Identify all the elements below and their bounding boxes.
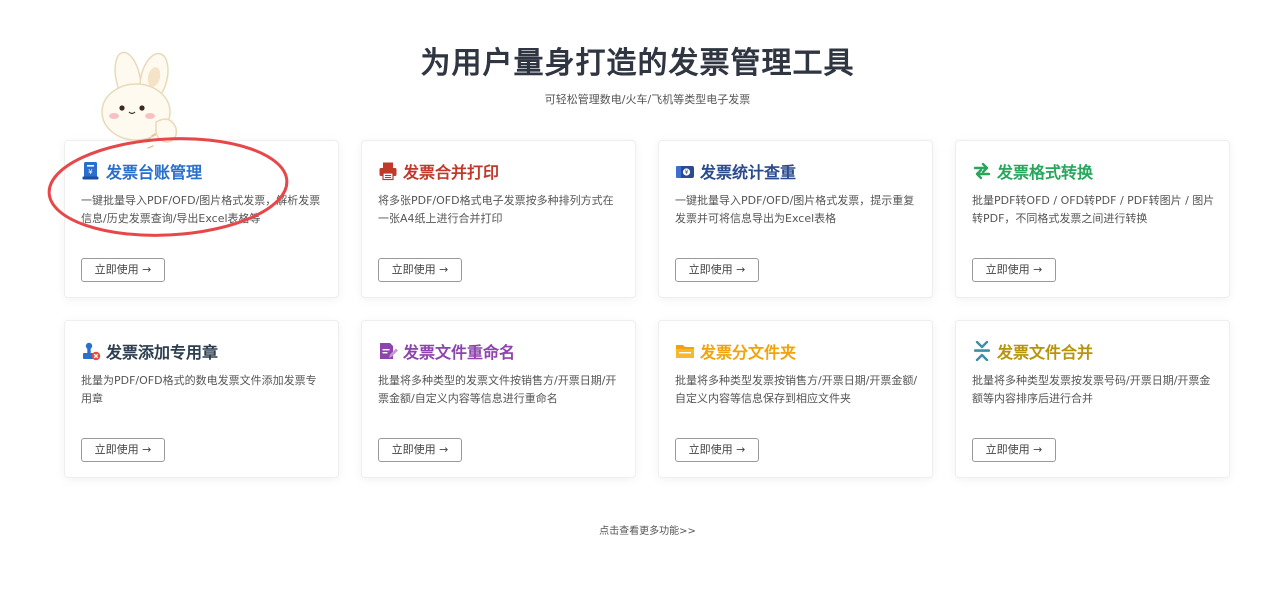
card-invoice-add-stamp: 发票添加专用章 批量为PDF/OFD格式的数电发票文件添加发票专用章 立即使用 … [64,320,339,478]
printer-icon [378,161,398,181]
card-title: 发票台账管理 [106,163,203,182]
more-features-link[interactable]: 点击查看更多功能>> [0,522,1275,537]
swap-arrows-icon [972,161,992,181]
card-invoice-folders: 发票分文件夹 批量将多种类型发票按销售方/开票日期/开票金额/自定义内容等信息保… [658,320,933,478]
use-now-button[interactable]: 立即使用 → [378,438,462,462]
card-invoice-ledger: ¥ 发票台账管理 一键批量导入PDF/OFD/图片格式发票，解析发票信息/历史发… [64,140,339,298]
stamp-icon [81,341,101,361]
use-now-button[interactable]: 立即使用 → [972,258,1056,282]
use-now-button[interactable]: 立即使用 → [81,258,165,282]
card-description: 将多张PDF/OFD格式电子发票按多种排列方式在一张A4纸上进行合并打印 [378,194,614,225]
card-invoice-merge-print: 发票合并打印 将多张PDF/OFD格式电子发票按多种排列方式在一张A4纸上进行合… [361,140,636,298]
card-title: 发票文件重命名 [403,343,516,362]
card-description: 批量将多种类型的发票文件按销售方/开票日期/开票金额/自定义内容等信息进行重命名 [378,374,617,405]
svg-text:¥: ¥ [88,168,93,176]
use-now-button[interactable]: 立即使用 → [378,258,462,282]
card-title: 发票统计查重 [700,163,797,182]
card-invoice-format-convert: 发票格式转换 批量PDF转OFD / OFD转PDF / PDF转图片 / 图片… [955,140,1230,298]
card-invoice-rename: 发票文件重命名 批量将多种类型的发票文件按销售方/开票日期/开票金额/自定义内容… [361,320,636,478]
card-title: 发票文件合并 [997,343,1094,362]
bunny-mascot-icon [101,51,178,149]
folder-icon [675,341,695,361]
card-title: 发票合并打印 [403,163,500,182]
card-title: 发票分文件夹 [700,343,797,362]
wallet-icon: ¥ [675,161,695,181]
ledger-icon: ¥ [81,161,101,181]
card-invoice-stats-dedup: ¥ 发票统计查重 一键批量导入PDF/OFD/图片格式发票，提示重复发票并可将信… [658,140,933,298]
card-description: 批量为PDF/OFD格式的数电发票文件添加发票专用章 [81,374,317,405]
card-title: 发票添加专用章 [106,343,219,362]
card-title: 发票格式转换 [997,163,1094,182]
use-now-button[interactable]: 立即使用 → [675,258,759,282]
card-description: 批量PDF转OFD / OFD转PDF / PDF转图片 / 图片转PDF，不同… [972,194,1215,225]
edit-file-icon [378,341,398,361]
use-now-button[interactable]: 立即使用 → [675,438,759,462]
card-description: 一键批量导入PDF/OFD/图片格式发票，解析发票信息/历史发票查询/导出Exc… [81,194,321,225]
svg-text:¥: ¥ [685,169,689,176]
card-invoice-file-merge: 发票文件合并 批量将多种类型发票按发票号码/开票日期/开票金额等内容排序后进行合… [955,320,1230,478]
merge-icon [972,341,992,361]
card-description: 批量将多种类型发票按发票号码/开票日期/开票金额等内容排序后进行合并 [972,374,1211,405]
card-description: 一键批量导入PDF/OFD/图片格式发票，提示重复发票并可将信息导出为Excel… [675,194,915,225]
use-now-button[interactable]: 立即使用 → [972,438,1056,462]
use-now-button[interactable]: 立即使用 → [81,438,165,462]
page-title: 为用户量身打造的发票管理工具 [420,46,855,81]
page-subtitle: 可轻松管理数电/火车/飞机等类型电子发票 [544,93,751,106]
card-description: 批量将多种类型发票按销售方/开票日期/开票金额/自定义内容等信息保存到相应文件夹 [675,374,918,405]
